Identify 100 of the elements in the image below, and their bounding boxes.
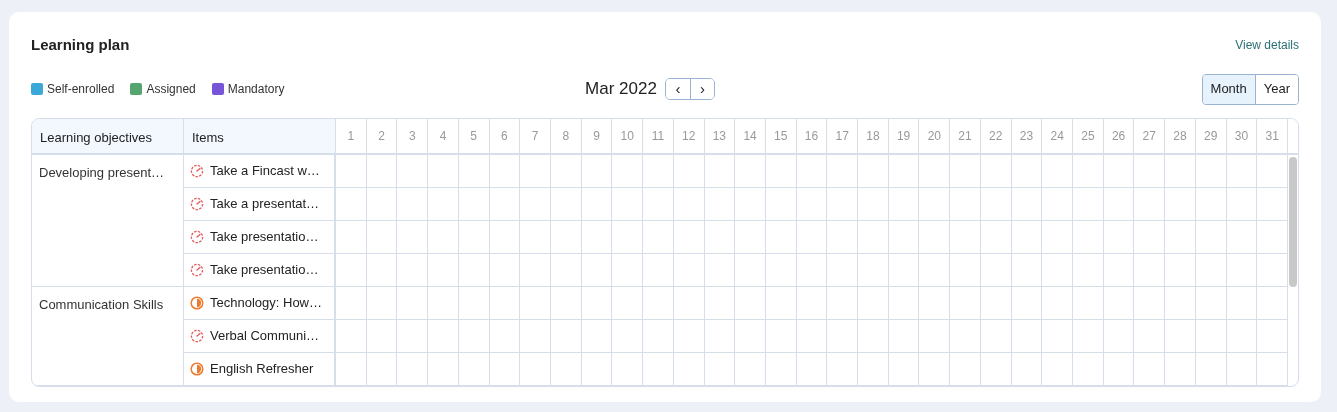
- calendar-cell: [1073, 319, 1104, 353]
- objective-cell: Developing present…: [32, 154, 184, 287]
- calendar-cell: [1011, 319, 1043, 353]
- calendar-cell: [735, 220, 766, 254]
- day-header: 16: [796, 118, 828, 155]
- calendar-cell: [673, 319, 705, 353]
- calendar-cell: [428, 319, 459, 353]
- calendar-cell: [888, 187, 920, 221]
- month-label: Mar 2022: [585, 78, 657, 101]
- item-title[interactable]: Technology: How…: [210, 292, 322, 313]
- calendar-cell: [704, 253, 736, 287]
- calendar-cell: [765, 286, 797, 320]
- calendar-cell: [735, 253, 766, 287]
- calendar-cell: [550, 187, 582, 221]
- day-header: 30: [1226, 118, 1258, 155]
- calendar-cell: [581, 187, 613, 221]
- calendar-cell: [612, 187, 644, 221]
- calendar-cell: [1042, 253, 1074, 287]
- calendar-cell: [919, 154, 951, 188]
- calendar-cell: [643, 286, 674, 320]
- item-title[interactable]: English Refresher: [210, 358, 314, 379]
- calendar-cell: [397, 154, 429, 188]
- item-title[interactable]: Take presentatio…: [210, 259, 319, 280]
- calendar-cell: [489, 253, 521, 287]
- day-header: 28: [1165, 118, 1196, 155]
- calendar-cell: [489, 220, 521, 254]
- legend-label: Assigned: [146, 81, 196, 98]
- day-header: 22: [980, 118, 1012, 155]
- calendar-cell: [1195, 154, 1227, 188]
- calendar-cell: [888, 154, 920, 188]
- calendar-cell: [1226, 220, 1258, 254]
- legend-label: Self-enrolled: [47, 81, 115, 98]
- calendar-cell: [796, 253, 828, 287]
- gauge-icon: [190, 262, 204, 277]
- view-tab[interactable]: Month: [1202, 74, 1255, 104]
- gauge-icon: [190, 328, 204, 343]
- calendar-cell: [1134, 220, 1166, 254]
- calendar-cell: [704, 187, 736, 221]
- calendar-cell: [765, 220, 797, 254]
- calendar-cell: [1257, 286, 1288, 320]
- calendar-cell: [1257, 319, 1288, 353]
- day-header: 23: [1011, 118, 1043, 155]
- item-title[interactable]: Take presentatio…: [210, 226, 319, 247]
- calendar-cell: [888, 220, 920, 254]
- calendar-cell: [581, 286, 613, 320]
- day-header: 25: [1073, 118, 1104, 155]
- calendar-cell: [673, 286, 705, 320]
- calendar-cell: [1165, 319, 1196, 353]
- item-title[interactable]: Take a presentat…: [210, 193, 320, 214]
- calendar-cell: [796, 154, 828, 188]
- item-title[interactable]: Take a Fincast w…: [210, 160, 320, 181]
- day-header: 12: [673, 118, 705, 155]
- calendar-cell: [704, 220, 736, 254]
- calendar-cell: [673, 253, 705, 287]
- calendar-cell: [673, 187, 705, 221]
- calendar-cell: [1134, 319, 1166, 353]
- calendar-cell: [520, 154, 551, 188]
- calendar-cell: [950, 253, 981, 287]
- legend-label: Mandatory: [227, 81, 285, 98]
- calendar-cell: [1103, 253, 1135, 287]
- calendar-cell: [397, 319, 429, 353]
- column-header: Learning objectives: [32, 118, 184, 155]
- calendar-cell: [550, 154, 582, 188]
- calendar-cell: [980, 319, 1012, 353]
- calendar-cell: [366, 187, 398, 221]
- calendar-cell: [1011, 187, 1043, 221]
- calendar-cell: [366, 220, 398, 254]
- calendar-cell: [1103, 286, 1135, 320]
- view-details-link[interactable]: View details: [1235, 36, 1299, 55]
- calendar-cell: [888, 319, 920, 353]
- scrollbar-thumb[interactable]: [1289, 156, 1297, 287]
- calendar-cell: [980, 253, 1012, 287]
- calendar-cell: [643, 253, 674, 287]
- calendar-cell: [735, 154, 766, 188]
- calendar-cell: [458, 253, 490, 287]
- calendar-cell: [1257, 253, 1288, 287]
- calendar-cell: [1195, 286, 1227, 320]
- calendar-cell: [919, 220, 951, 254]
- calendar-cell: [428, 187, 459, 221]
- calendar-cell: [1073, 154, 1104, 188]
- calendar-cell: [735, 319, 766, 353]
- calendar-cell: [612, 154, 644, 188]
- calendar-cell: [765, 154, 797, 188]
- calendar-cell: [827, 319, 859, 353]
- calendar-cell: [888, 286, 920, 320]
- calendar-cell: [735, 286, 766, 320]
- item-title[interactable]: Verbal Communi…: [210, 325, 320, 346]
- view-tab[interactable]: Year: [1254, 74, 1298, 104]
- calendar-cell: [765, 187, 797, 221]
- calendar-cell: [458, 319, 490, 353]
- calendar-cell: [1165, 286, 1196, 320]
- day-header: 6: [489, 118, 521, 155]
- calendar-cell: [428, 286, 459, 320]
- calendar-cell: [919, 319, 951, 353]
- calendar-cell: [1134, 253, 1166, 287]
- calendar-cell: [1165, 253, 1196, 287]
- calendar-cell: [581, 154, 613, 188]
- calendar-cell: [1165, 154, 1196, 188]
- calendar-cell: [765, 253, 797, 287]
- next-month-button[interactable]: ›: [689, 79, 714, 99]
